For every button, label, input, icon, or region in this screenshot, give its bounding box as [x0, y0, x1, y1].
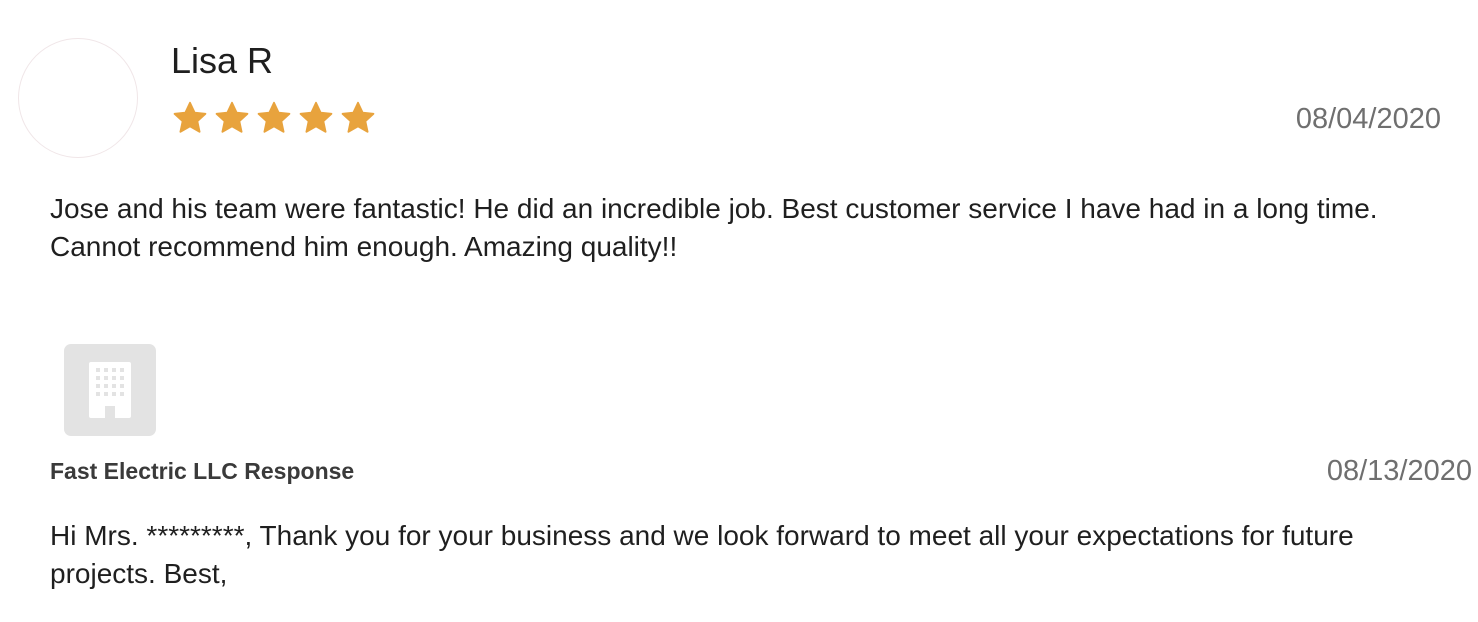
reviewer-name: Lisa R — [171, 40, 274, 81]
review-card: Lisa R 08/04/2020 Jose and his team were… — [0, 0, 1478, 622]
star-rating — [172, 100, 376, 136]
star-icon — [215, 101, 249, 133]
building-icon — [89, 362, 131, 418]
business-logo — [64, 344, 156, 436]
response-date: 08/13/2020 — [1326, 455, 1472, 487]
reviewer-avatar — [18, 38, 138, 158]
star-icon — [257, 101, 291, 133]
star-icon — [299, 101, 333, 133]
star-icon — [341, 101, 375, 133]
response-text: Hi Mrs. *********, Thank you for your bu… — [50, 520, 1354, 589]
response-title: Fast Electric LLC Response — [50, 458, 355, 484]
review-date: 08/04/2020 — [1295, 103, 1441, 135]
star-icon — [173, 101, 207, 133]
review-text: Jose and his team were fantastic! He did… — [50, 193, 1378, 262]
